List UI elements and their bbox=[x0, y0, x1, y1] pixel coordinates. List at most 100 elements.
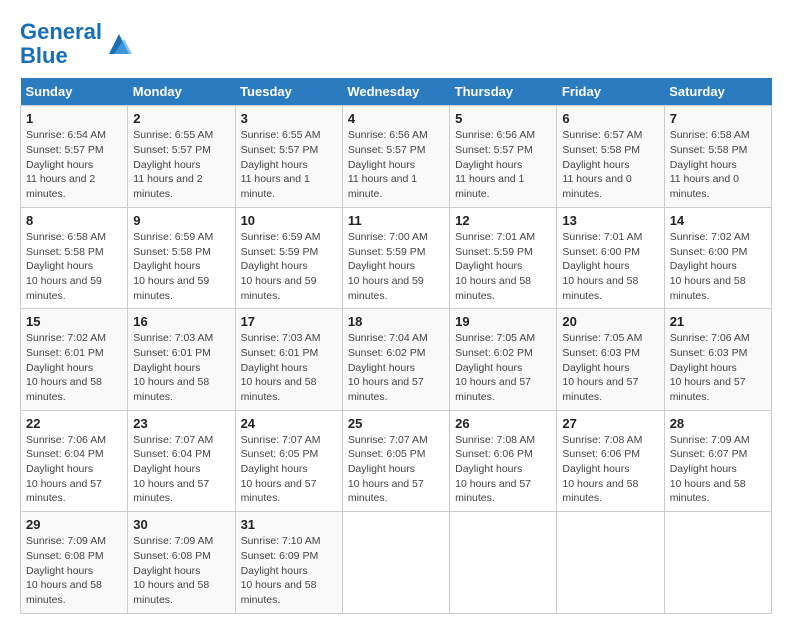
weekday-header: Tuesday bbox=[235, 78, 342, 106]
day-info: Sunrise: 6:55 AM Sunset: 5:57 PM Dayligh… bbox=[133, 128, 229, 201]
day-number: 28 bbox=[670, 416, 766, 431]
calendar-cell: 21 Sunrise: 7:06 AM Sunset: 6:03 PM Dayl… bbox=[664, 309, 771, 410]
calendar-cell: 26 Sunrise: 7:08 AM Sunset: 6:06 PM Dayl… bbox=[450, 410, 557, 511]
day-info: Sunrise: 7:03 AM Sunset: 6:01 PM Dayligh… bbox=[133, 331, 229, 404]
calendar-cell bbox=[450, 512, 557, 613]
logo-text: General Blue bbox=[20, 20, 102, 68]
day-info: Sunrise: 6:56 AM Sunset: 5:57 PM Dayligh… bbox=[455, 128, 551, 201]
day-info: Sunrise: 7:08 AM Sunset: 6:06 PM Dayligh… bbox=[562, 433, 658, 506]
calendar-week-row: 15 Sunrise: 7:02 AM Sunset: 6:01 PM Dayl… bbox=[21, 309, 772, 410]
day-number: 5 bbox=[455, 111, 551, 126]
day-number: 23 bbox=[133, 416, 229, 431]
day-number: 31 bbox=[241, 517, 337, 532]
calendar-cell: 6 Sunrise: 6:57 AM Sunset: 5:58 PM Dayli… bbox=[557, 106, 664, 207]
calendar-cell: 20 Sunrise: 7:05 AM Sunset: 6:03 PM Dayl… bbox=[557, 309, 664, 410]
day-number: 17 bbox=[241, 314, 337, 329]
weekday-header: Saturday bbox=[664, 78, 771, 106]
day-info: Sunrise: 7:07 AM Sunset: 6:05 PM Dayligh… bbox=[241, 433, 337, 506]
calendar-cell: 24 Sunrise: 7:07 AM Sunset: 6:05 PM Dayl… bbox=[235, 410, 342, 511]
day-info: Sunrise: 7:00 AM Sunset: 5:59 PM Dayligh… bbox=[348, 230, 444, 303]
calendar-cell: 30 Sunrise: 7:09 AM Sunset: 6:08 PM Dayl… bbox=[128, 512, 235, 613]
calendar-cell: 1 Sunrise: 6:54 AM Sunset: 5:57 PM Dayli… bbox=[21, 106, 128, 207]
calendar-cell bbox=[664, 512, 771, 613]
day-info: Sunrise: 7:05 AM Sunset: 6:03 PM Dayligh… bbox=[562, 331, 658, 404]
day-number: 16 bbox=[133, 314, 229, 329]
weekday-header: Monday bbox=[128, 78, 235, 106]
day-number: 24 bbox=[241, 416, 337, 431]
day-number: 26 bbox=[455, 416, 551, 431]
weekday-header: Thursday bbox=[450, 78, 557, 106]
day-number: 4 bbox=[348, 111, 444, 126]
day-info: Sunrise: 7:01 AM Sunset: 5:59 PM Dayligh… bbox=[455, 230, 551, 303]
logo: General Blue bbox=[20, 20, 134, 68]
day-info: Sunrise: 6:58 AM Sunset: 5:58 PM Dayligh… bbox=[26, 230, 122, 303]
calendar-cell: 12 Sunrise: 7:01 AM Sunset: 5:59 PM Dayl… bbox=[450, 207, 557, 308]
day-info: Sunrise: 7:09 AM Sunset: 6:07 PM Dayligh… bbox=[670, 433, 766, 506]
day-info: Sunrise: 7:06 AM Sunset: 6:04 PM Dayligh… bbox=[26, 433, 122, 506]
calendar-cell: 9 Sunrise: 6:59 AM Sunset: 5:58 PM Dayli… bbox=[128, 207, 235, 308]
day-info: Sunrise: 7:02 AM Sunset: 6:00 PM Dayligh… bbox=[670, 230, 766, 303]
logo-icon bbox=[104, 29, 134, 59]
day-number: 7 bbox=[670, 111, 766, 126]
calendar-cell: 31 Sunrise: 7:10 AM Sunset: 6:09 PM Dayl… bbox=[235, 512, 342, 613]
calendar-cell: 19 Sunrise: 7:05 AM Sunset: 6:02 PM Dayl… bbox=[450, 309, 557, 410]
day-number: 20 bbox=[562, 314, 658, 329]
day-number: 29 bbox=[26, 517, 122, 532]
day-info: Sunrise: 7:09 AM Sunset: 6:08 PM Dayligh… bbox=[26, 534, 122, 607]
day-info: Sunrise: 6:55 AM Sunset: 5:57 PM Dayligh… bbox=[241, 128, 337, 201]
day-info: Sunrise: 7:01 AM Sunset: 6:00 PM Dayligh… bbox=[562, 230, 658, 303]
calendar-table: SundayMondayTuesdayWednesdayThursdayFrid… bbox=[20, 78, 772, 613]
calendar-cell: 8 Sunrise: 6:58 AM Sunset: 5:58 PM Dayli… bbox=[21, 207, 128, 308]
day-number: 2 bbox=[133, 111, 229, 126]
calendar-cell: 13 Sunrise: 7:01 AM Sunset: 6:00 PM Dayl… bbox=[557, 207, 664, 308]
calendar-cell: 11 Sunrise: 7:00 AM Sunset: 5:59 PM Dayl… bbox=[342, 207, 449, 308]
day-number: 19 bbox=[455, 314, 551, 329]
calendar-cell: 7 Sunrise: 6:58 AM Sunset: 5:58 PM Dayli… bbox=[664, 106, 771, 207]
calendar-cell: 29 Sunrise: 7:09 AM Sunset: 6:08 PM Dayl… bbox=[21, 512, 128, 613]
calendar-cell: 2 Sunrise: 6:55 AM Sunset: 5:57 PM Dayli… bbox=[128, 106, 235, 207]
day-number: 14 bbox=[670, 213, 766, 228]
day-number: 25 bbox=[348, 416, 444, 431]
calendar-cell: 18 Sunrise: 7:04 AM Sunset: 6:02 PM Dayl… bbox=[342, 309, 449, 410]
day-number: 6 bbox=[562, 111, 658, 126]
day-info: Sunrise: 7:10 AM Sunset: 6:09 PM Dayligh… bbox=[241, 534, 337, 607]
day-number: 18 bbox=[348, 314, 444, 329]
calendar-cell: 14 Sunrise: 7:02 AM Sunset: 6:00 PM Dayl… bbox=[664, 207, 771, 308]
calendar-week-row: 29 Sunrise: 7:09 AM Sunset: 6:08 PM Dayl… bbox=[21, 512, 772, 613]
day-info: Sunrise: 7:09 AM Sunset: 6:08 PM Dayligh… bbox=[133, 534, 229, 607]
day-number: 12 bbox=[455, 213, 551, 228]
day-number: 22 bbox=[26, 416, 122, 431]
calendar-cell: 25 Sunrise: 7:07 AM Sunset: 6:05 PM Dayl… bbox=[342, 410, 449, 511]
day-number: 10 bbox=[241, 213, 337, 228]
day-number: 11 bbox=[348, 213, 444, 228]
page-header: General Blue bbox=[20, 20, 772, 68]
calendar-cell: 15 Sunrise: 7:02 AM Sunset: 6:01 PM Dayl… bbox=[21, 309, 128, 410]
day-info: Sunrise: 7:07 AM Sunset: 6:04 PM Dayligh… bbox=[133, 433, 229, 506]
day-info: Sunrise: 7:08 AM Sunset: 6:06 PM Dayligh… bbox=[455, 433, 551, 506]
calendar-cell: 10 Sunrise: 6:59 AM Sunset: 5:59 PM Dayl… bbox=[235, 207, 342, 308]
calendar-cell: 23 Sunrise: 7:07 AM Sunset: 6:04 PM Dayl… bbox=[128, 410, 235, 511]
day-info: Sunrise: 6:54 AM Sunset: 5:57 PM Dayligh… bbox=[26, 128, 122, 201]
calendar-week-row: 1 Sunrise: 6:54 AM Sunset: 5:57 PM Dayli… bbox=[21, 106, 772, 207]
day-number: 21 bbox=[670, 314, 766, 329]
day-number: 3 bbox=[241, 111, 337, 126]
day-number: 9 bbox=[133, 213, 229, 228]
calendar-header: SundayMondayTuesdayWednesdayThursdayFrid… bbox=[21, 78, 772, 106]
day-info: Sunrise: 6:58 AM Sunset: 5:58 PM Dayligh… bbox=[670, 128, 766, 201]
calendar-cell: 3 Sunrise: 6:55 AM Sunset: 5:57 PM Dayli… bbox=[235, 106, 342, 207]
weekday-header: Wednesday bbox=[342, 78, 449, 106]
day-info: Sunrise: 7:07 AM Sunset: 6:05 PM Dayligh… bbox=[348, 433, 444, 506]
calendar-cell bbox=[557, 512, 664, 613]
calendar-cell: 16 Sunrise: 7:03 AM Sunset: 6:01 PM Dayl… bbox=[128, 309, 235, 410]
day-number: 8 bbox=[26, 213, 122, 228]
day-number: 13 bbox=[562, 213, 658, 228]
calendar-cell: 28 Sunrise: 7:09 AM Sunset: 6:07 PM Dayl… bbox=[664, 410, 771, 511]
day-info: Sunrise: 7:06 AM Sunset: 6:03 PM Dayligh… bbox=[670, 331, 766, 404]
calendar-cell: 27 Sunrise: 7:08 AM Sunset: 6:06 PM Dayl… bbox=[557, 410, 664, 511]
calendar-cell: 4 Sunrise: 6:56 AM Sunset: 5:57 PM Dayli… bbox=[342, 106, 449, 207]
calendar-cell: 22 Sunrise: 7:06 AM Sunset: 6:04 PM Dayl… bbox=[21, 410, 128, 511]
day-info: Sunrise: 6:59 AM Sunset: 5:58 PM Dayligh… bbox=[133, 230, 229, 303]
day-number: 30 bbox=[133, 517, 229, 532]
calendar-week-row: 8 Sunrise: 6:58 AM Sunset: 5:58 PM Dayli… bbox=[21, 207, 772, 308]
calendar-week-row: 22 Sunrise: 7:06 AM Sunset: 6:04 PM Dayl… bbox=[21, 410, 772, 511]
